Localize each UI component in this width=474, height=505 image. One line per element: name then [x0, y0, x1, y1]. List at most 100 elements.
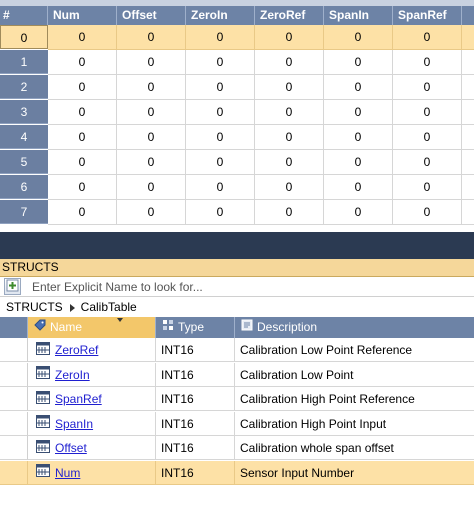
add-icon[interactable] — [4, 278, 21, 295]
grid-cell-spanref[interactable]: 0 — [393, 175, 462, 200]
grid-row[interactable]: 4000000 — [0, 125, 474, 150]
struct-member-link[interactable]: ZeroRef — [55, 343, 98, 357]
grid-cell-num[interactable]: 0 — [48, 100, 117, 125]
grid-cell-zeroin[interactable]: 0 — [186, 75, 255, 100]
grid-cell-zeroref[interactable]: 0 — [255, 50, 324, 75]
grid-cell-spanin[interactable]: 0 — [324, 25, 393, 50]
struct-cell-description: Sensor Input Number — [235, 460, 474, 485]
struct-row[interactable]: Offset INT16 Calibration whole span offset — [0, 436, 474, 460]
grid-cell-offset[interactable]: 0 — [117, 25, 186, 50]
grid-row[interactable]: 2000000 — [0, 75, 474, 100]
grid-cell-zeroref[interactable]: 0 — [255, 75, 324, 100]
grid-row[interactable]: 3000000 — [0, 100, 474, 125]
row-header[interactable]: 3 — [0, 100, 48, 124]
grid-cell-spanref[interactable]: 0 — [393, 150, 462, 175]
struct-member-link[interactable]: SpanRef — [55, 392, 102, 406]
grid-cell-spanin[interactable]: 0 — [324, 75, 393, 100]
search-input[interactable] — [26, 278, 474, 295]
grid-cell-offset[interactable]: 0 — [117, 175, 186, 200]
grid-cell-zeroin[interactable]: 0 — [186, 150, 255, 175]
struct-member-link[interactable]: ZeroIn — [55, 368, 90, 382]
grid-cell-zeroin[interactable]: 0 — [186, 125, 255, 150]
row-header[interactable]: 2 — [0, 75, 48, 99]
struct-member-link[interactable]: Num — [55, 466, 80, 480]
struct-row[interactable]: Num INT16 Sensor Input Number — [0, 460, 474, 485]
grid-row[interactable]: 1000000 — [0, 50, 474, 75]
row-header[interactable]: 1 — [0, 50, 48, 74]
row-selector[interactable] — [0, 362, 28, 387]
row-header[interactable]: 4 — [0, 125, 48, 149]
struct-row[interactable]: SpanIn INT16 Calibration High Point Input — [0, 411, 474, 436]
grid-row[interactable]: 5000000 — [0, 150, 474, 175]
grid-row[interactable]: 7000000 — [0, 200, 474, 225]
grid-cell-num[interactable]: 0 — [48, 150, 117, 175]
grid-cell-num[interactable]: 0 — [48, 25, 117, 50]
grid-cell-offset[interactable]: 0 — [117, 50, 186, 75]
grid-cell-offset[interactable]: 0 — [117, 125, 186, 150]
grid-cell-num[interactable]: 0 — [48, 75, 117, 100]
grid-cell-zeroin[interactable]: 0 — [186, 200, 255, 225]
splitter-bar[interactable] — [0, 232, 474, 259]
struct-member-link[interactable]: SpanIn — [55, 417, 93, 431]
grid-cell-zeroref[interactable]: 0 — [255, 100, 324, 125]
grid-cell-zeroref[interactable]: 0 — [255, 200, 324, 225]
grid-cell-offset[interactable]: 0 — [117, 100, 186, 125]
row-selector[interactable] — [0, 387, 28, 411]
grid-cell-offset[interactable]: 0 — [117, 150, 186, 175]
grid-cell-num[interactable]: 0 — [48, 175, 117, 200]
row-header[interactable]: 5 — [0, 150, 48, 174]
grid-cell-zeroin[interactable]: 0 — [186, 175, 255, 200]
grid-cell-zeroref[interactable]: 0 — [255, 125, 324, 150]
row-selector[interactable] — [0, 460, 28, 485]
grid-cell-zeroin[interactable]: 0 — [186, 50, 255, 75]
column-header-spanref[interactable]: SpanRef — [393, 6, 462, 25]
grid-cell-zeroref[interactable]: 0 — [255, 175, 324, 200]
struct-row[interactable]: ZeroRef INT16 Calibration Low Point Refere… — [0, 338, 474, 362]
struct-row[interactable]: ZeroIn INT16 Calibration Low Point — [0, 362, 474, 387]
grid-cell-spanin[interactable]: 0 — [324, 50, 393, 75]
grid-cell-spanref[interactable]: 0 — [393, 200, 462, 225]
grid-cell-spanin[interactable]: 0 — [324, 100, 393, 125]
column-header-type[interactable]: Type — [156, 317, 235, 338]
grid-cell-spanin[interactable]: 0 — [324, 200, 393, 225]
struct-member-link[interactable]: Offset — [55, 441, 87, 455]
grid-cell-zeroin[interactable]: 0 — [186, 100, 255, 125]
grid-corner-header[interactable]: # — [0, 6, 48, 25]
struct-row[interactable]: SpanRef INT16 Calibration High Point Refer… — [0, 387, 474, 411]
column-header-offset[interactable]: Offset — [117, 6, 186, 25]
grid-cell-spanref[interactable]: 0 — [393, 50, 462, 75]
breadcrumb-current[interactable]: CalibTable — [81, 300, 137, 314]
grid-cell-num[interactable]: 0 — [48, 125, 117, 150]
row-selector[interactable] — [0, 436, 28, 460]
column-header-zeroin[interactable]: ZeroIn — [186, 6, 255, 25]
grid-cell-spanin[interactable]: 0 — [324, 125, 393, 150]
grid-cell-spanin[interactable]: 0 — [324, 175, 393, 200]
struct-cell-name: SpanIn — [28, 411, 156, 436]
grid-row[interactable]: 0000000 — [0, 25, 474, 50]
column-header-name[interactable]: Name — [28, 317, 156, 338]
row-header[interactable]: 6 — [0, 175, 48, 199]
grid-cell-spanin[interactable]: 0 — [324, 150, 393, 175]
column-header-spanin[interactable]: SpanIn — [324, 6, 393, 25]
grid-cell-spanref[interactable]: 0 — [393, 25, 462, 50]
breadcrumb-root[interactable]: STRUCTS — [6, 300, 63, 314]
grid-cell-num[interactable]: 0 — [48, 50, 117, 75]
column-header-num[interactable]: Num — [48, 6, 117, 25]
column-header-description[interactable]: Description — [235, 317, 474, 338]
row-header[interactable]: 7 — [0, 200, 48, 224]
row-header[interactable]: 0 — [0, 25, 48, 49]
grid-cell-spanref[interactable]: 0 — [393, 100, 462, 125]
grid-cell-num[interactable]: 0 — [48, 200, 117, 225]
grid-cell-zeroin[interactable]: 0 — [186, 25, 255, 50]
row-selector[interactable] — [0, 411, 28, 436]
row-selector[interactable] — [0, 338, 28, 362]
column-header-zeroref[interactable]: ZeroRef — [255, 6, 324, 25]
sort-descending-icon — [117, 318, 123, 322]
grid-cell-zeroref[interactable]: 0 — [255, 25, 324, 50]
grid-cell-zeroref[interactable]: 0 — [255, 150, 324, 175]
grid-cell-offset[interactable]: 0 — [117, 75, 186, 100]
grid-row[interactable]: 6000000 — [0, 175, 474, 200]
grid-cell-spanref[interactable]: 0 — [393, 125, 462, 150]
grid-cell-offset[interactable]: 0 — [117, 200, 186, 225]
grid-cell-spanref[interactable]: 0 — [393, 75, 462, 100]
